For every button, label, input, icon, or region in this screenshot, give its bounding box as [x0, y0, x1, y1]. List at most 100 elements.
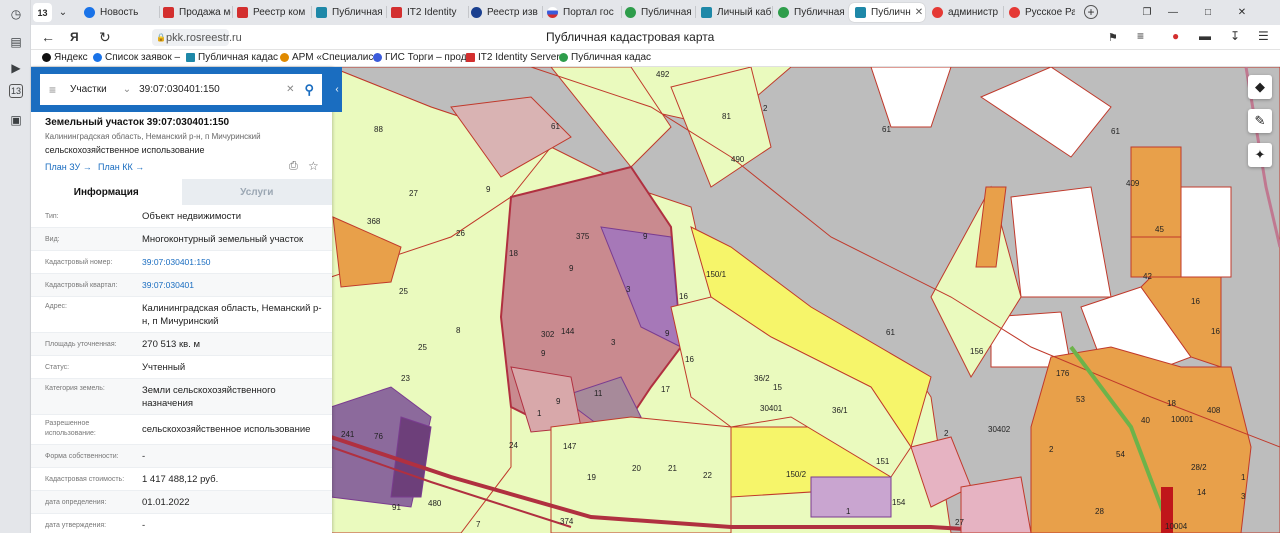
tab-registry[interactable]: Реестр ком: [237, 3, 309, 22]
globe-icon: [84, 7, 95, 18]
video-icon[interactable]: ▶: [6, 58, 26, 78]
ruler-icon[interactable]: ✎: [1248, 109, 1272, 133]
layers-icon[interactable]: ◆: [1248, 75, 1272, 99]
bookmark-public-cadastre[interactable]: Публичная кадас: [186, 52, 278, 63]
tab-public-3[interactable]: Публичная: [778, 3, 848, 22]
tab-public-1[interactable]: Публичная: [316, 3, 384, 22]
attr-value: Объект недвижимости: [142, 211, 242, 222]
parcel-label: 16: [685, 355, 694, 364]
bookmark-arm[interactable]: АРМ «Специалис: [280, 52, 373, 63]
bookmark-yandex[interactable]: Яндекс: [42, 52, 88, 63]
clear-icon[interactable]: ✕: [286, 84, 294, 95]
tab-sale[interactable]: Продажа ме: [163, 3, 231, 22]
tab-news[interactable]: Новость: [84, 3, 158, 22]
parcel-label: 9: [556, 397, 561, 406]
bookmark-it2-identity[interactable]: IT2 Identity Server: [466, 52, 560, 63]
screenshot-icon[interactable]: ▣: [6, 110, 26, 130]
parcel-label: 76: [374, 432, 383, 441]
attr-value: сельскохозяйственное использование: [142, 424, 311, 435]
star-icon[interactable]: ☆: [308, 159, 319, 173]
tab-it2-identity[interactable]: IT2 Identity: [391, 3, 467, 22]
rosreestr-icon: [186, 53, 195, 62]
search-icon[interactable]: ⚲: [304, 82, 314, 98]
parcel-label: 408: [1207, 406, 1221, 415]
parcel-label: 61: [1111, 127, 1120, 136]
downloads-icon[interactable]: ↧: [1230, 29, 1240, 43]
parcel-label: 409: [1126, 179, 1140, 188]
cadastral-quarter-link[interactable]: 39:07:030401: [142, 279, 322, 292]
new-tab-button[interactable]: +: [1084, 5, 1098, 19]
reload-icon[interactable]: ↻: [99, 29, 111, 46]
search-box: ≡ Участки ⌄ 39:07:030401:150 ✕ ⚲: [40, 74, 322, 105]
tab-personal-account[interactable]: Личный каб: [701, 3, 771, 22]
cadastral-number-link[interactable]: 39:07:030401:150: [142, 256, 322, 269]
attr-value: -: [142, 451, 146, 462]
parcel-label: 151: [876, 457, 890, 466]
yandex-home-icon[interactable]: Я: [70, 30, 79, 44]
tab-manager-icon[interactable]: ❐: [1140, 3, 1154, 22]
bookmark-icon[interactable]: ⚑: [1108, 31, 1118, 44]
attr-row: Разрешенное использование: сельскохозяйст…: [31, 415, 332, 445]
bookmark-requests[interactable]: Список заявок –: [93, 52, 180, 63]
chevron-down-icon[interactable]: ⌄: [123, 84, 131, 95]
attr-key: Вид:: [45, 236, 60, 243]
parcel-label: 27: [409, 189, 418, 198]
attr-key: Кадастровый номер:: [45, 259, 113, 266]
parcel-label: 2: [944, 429, 949, 438]
tab-gosuslugi[interactable]: Портал гос: [547, 3, 619, 22]
collections-icon[interactable]: ▤: [6, 32, 26, 52]
parcel-label: 8: [456, 326, 461, 335]
plus-icon: [42, 53, 51, 62]
tab-group-counter[interactable]: 13: [33, 3, 52, 22]
browser-side-rail: ◷ ▤ ▶ 13 ▣: [0, 0, 31, 533]
tabs-counter-icon[interactable]: 13: [9, 84, 23, 98]
tab-public-2[interactable]: Публичная: [625, 3, 693, 22]
plan-kk-link[interactable]: План КК →: [98, 162, 144, 172]
print-icon[interactable]: ⎙: [289, 160, 298, 173]
menu-icon[interactable]: ≡: [49, 83, 56, 97]
attr-value: 270 513 кв. м: [142, 339, 200, 350]
maximize-icon[interactable]: □: [1201, 3, 1215, 22]
parcel-label: 26: [456, 229, 465, 238]
attr-key: Кадастровая стоимость:: [45, 476, 125, 483]
parcel-label: 2: [1049, 445, 1054, 454]
locate-icon[interactable]: ✦: [1248, 143, 1272, 167]
minimize-icon[interactable]: —: [1166, 3, 1180, 22]
close-tab-icon[interactable]: ✕: [911, 7, 925, 18]
parcel-label: 480: [428, 499, 442, 508]
rts-icon: [466, 53, 475, 62]
parcel-label: 40: [1141, 416, 1150, 425]
sidebar-toggle-icon[interactable]: ☰: [1258, 29, 1269, 43]
bookmark-gis-torgi[interactable]: ГИС Торги – прод: [373, 52, 467, 63]
collapse-panel-icon[interactable]: ‹: [332, 67, 342, 112]
tab-registry-notices[interactable]: Реестр изв: [471, 3, 541, 22]
bookmarks-bar: Яндекс Список заявок – Публичная кадас А…: [31, 50, 1280, 67]
back-icon[interactable]: ←: [41, 29, 55, 45]
attr-row: Площадь уточненная: 270 513 кв. м: [31, 333, 332, 356]
url-field[interactable]: 🔒 pkk.rosreestr.ru: [152, 29, 242, 46]
tab-russian-radio[interactable]: Русское Ра: [1009, 3, 1075, 22]
parcel-label: 23: [401, 374, 410, 383]
parcel-label: 18: [509, 249, 518, 258]
arm-icon: [280, 53, 289, 62]
tab-list-chevron-icon[interactable]: ⌄: [54, 3, 72, 22]
tab-information[interactable]: Информация: [31, 179, 182, 205]
tab-public-active[interactable]: Публичн ✕: [849, 3, 925, 22]
tab-services[interactable]: Услуги: [181, 179, 332, 205]
search-input[interactable]: 39:07:030401:150: [139, 84, 220, 95]
bookmark-public-cadastre-2[interactable]: Публичная кадас: [559, 52, 651, 63]
tab-admin[interactable]: администр: [932, 3, 1002, 22]
close-window-icon[interactable]: ✕: [1235, 3, 1249, 22]
search-category-select[interactable]: Участки: [70, 84, 107, 95]
parcel-label: 61: [886, 328, 895, 337]
parcel-label: 91: [392, 503, 401, 512]
extension-icon[interactable]: ●: [1172, 29, 1179, 43]
parcel-label: 1: [1241, 473, 1246, 482]
history-icon[interactable]: ◷: [6, 4, 26, 24]
rts-icon: [391, 7, 402, 18]
plan-zu-link[interactable]: План ЗУ →: [45, 162, 92, 172]
profile-icon[interactable]: ▬: [1199, 29, 1211, 43]
menu-icon[interactable]: ≡: [1137, 29, 1144, 43]
attr-value: 1 417 488,12 руб.: [142, 474, 219, 485]
parcel-label: 88: [374, 125, 383, 134]
